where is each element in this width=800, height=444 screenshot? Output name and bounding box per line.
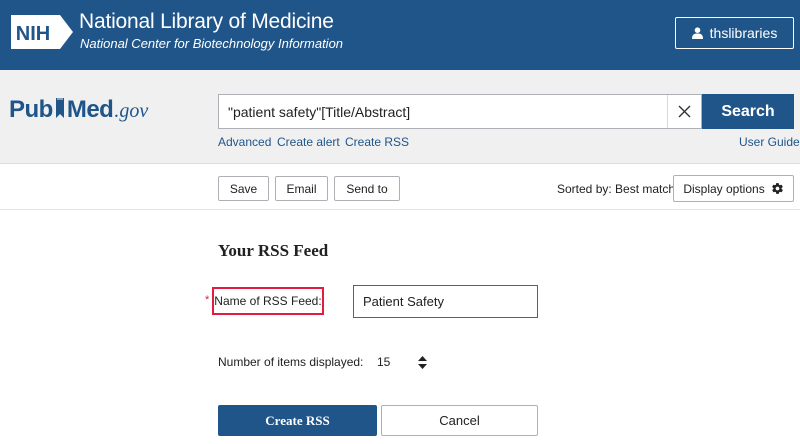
nih-subtitle: National Center for Biotechnology Inform…: [80, 36, 344, 51]
gear-icon: [771, 183, 783, 194]
nih-header: NIH National Library of Medicine Nationa…: [0, 0, 800, 70]
logo-gov: .gov: [114, 100, 149, 122]
clear-search-button[interactable]: [667, 95, 701, 128]
user-button-label: thslibraries: [709, 25, 778, 41]
user-icon: [691, 27, 703, 39]
logo-pub: Pub: [9, 96, 53, 123]
create-rss-button[interactable]: Create RSS: [218, 405, 377, 436]
advanced-link[interactable]: Advanced: [218, 135, 271, 149]
search-area: PubMed.gov Search Advanced Create alert …: [0, 70, 800, 164]
create-alert-link[interactable]: Create alert: [277, 135, 340, 149]
search-button[interactable]: Search: [702, 94, 794, 129]
send-to-button[interactable]: Send to: [334, 176, 400, 201]
sort-arrows-icon: [418, 355, 427, 369]
create-rss-link[interactable]: Create RSS: [345, 135, 409, 149]
save-button[interactable]: Save: [218, 176, 269, 201]
cancel-button[interactable]: Cancel: [381, 405, 538, 436]
search-box: [218, 94, 702, 129]
logo-med: Med: [66, 96, 114, 123]
results-toolbar: Save Email Send to Sorted by: Best match…: [0, 165, 800, 210]
close-icon: [678, 105, 691, 118]
sort-order-label[interactable]: Sorted by: Best match: [557, 182, 675, 196]
display-options-label: Display options: [683, 181, 765, 196]
rss-feed-title: Your RSS Feed: [218, 241, 329, 260]
user-account-button[interactable]: thslibraries: [675, 17, 794, 49]
rss-name-label: Name of RSS Feed:: [212, 287, 324, 315]
items-displayed-select[interactable]: 15: [373, 350, 427, 374]
search-input[interactable]: [219, 95, 667, 128]
user-guide-link[interactable]: User Guide: [739, 135, 800, 149]
nih-title[interactable]: National Library of Medicine: [79, 10, 334, 34]
svg-text:NIH: NIH: [16, 23, 50, 45]
items-displayed-value: 15: [377, 355, 391, 369]
email-button[interactable]: Email: [275, 176, 328, 201]
required-marker: *: [205, 294, 210, 306]
nih-logo[interactable]: NIH: [10, 14, 74, 50]
book-icon: [54, 97, 66, 121]
rss-name-input[interactable]: [353, 285, 538, 318]
items-displayed-label: Number of items displayed:: [218, 355, 364, 369]
pubmed-logo[interactable]: Pub Med.gov: [9, 96, 148, 124]
display-options-button[interactable]: Display options: [673, 175, 794, 202]
